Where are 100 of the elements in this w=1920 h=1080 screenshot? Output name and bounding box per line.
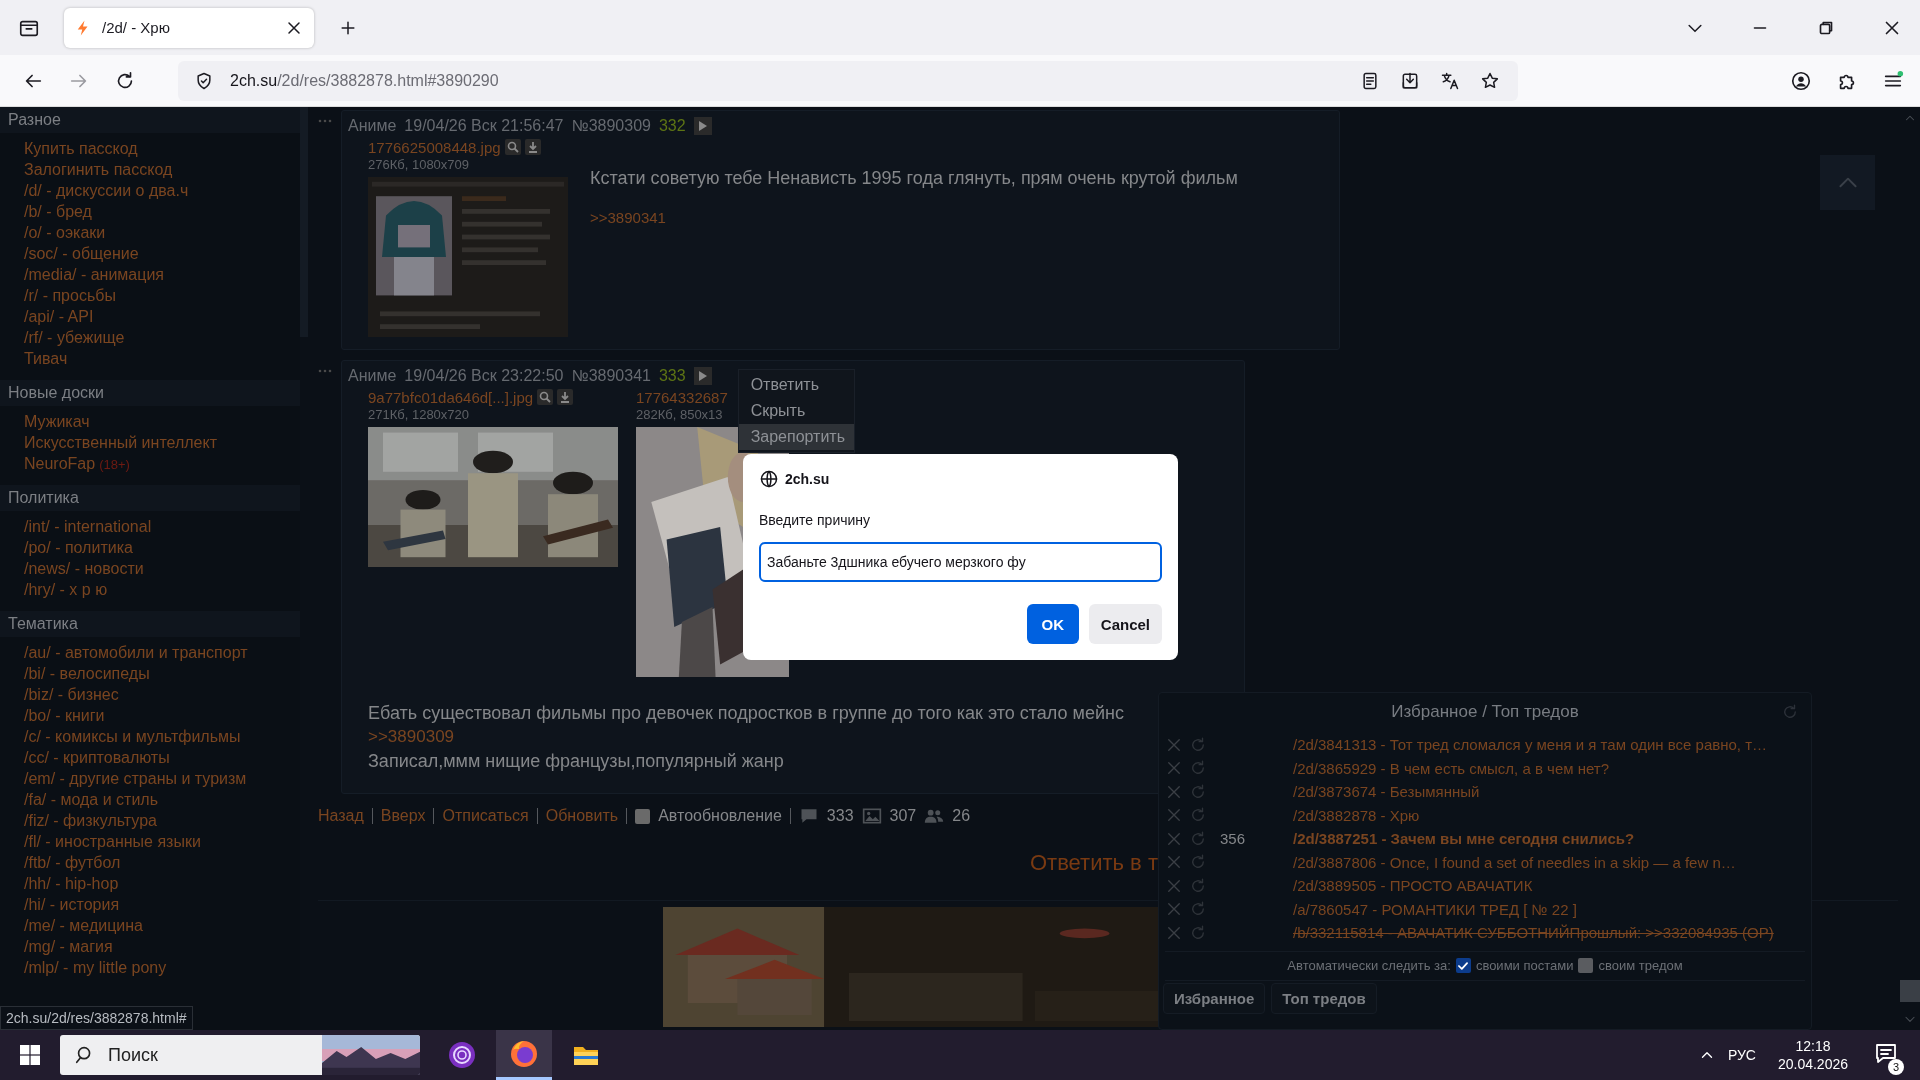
reply-link[interactable]: >>3890309 xyxy=(368,727,455,746)
menu-item[interactable]: Ответить xyxy=(738,372,854,398)
more-icon[interactable] xyxy=(318,118,332,124)
thread-link[interactable]: /2d/3889505 - ПРОСТО АВАЧАТИК xyxy=(1293,877,1533,895)
magnifier-icon[interactable] xyxy=(537,389,554,405)
cancel-button[interactable]: Cancel xyxy=(1088,604,1162,644)
board-link[interactable]: /fa/ - мода и стиль xyxy=(24,789,158,810)
setting-label: Автоматически следить за: xyxy=(1287,958,1451,973)
panel-tab[interactable]: Избранное xyxy=(1163,982,1266,1014)
board-link[interactable]: /int/ - international xyxy=(24,516,152,537)
board-link[interactable]: /hh/ - hip-hop xyxy=(24,873,119,894)
thread-link[interactable]: Вверх xyxy=(380,807,426,825)
thread-link[interactable]: /2d/3887251 - Зачем вы мне сегодня снились? xyxy=(1293,830,1635,848)
post-count: 333 xyxy=(826,807,854,825)
scrollbar-thumb[interactable] xyxy=(300,107,308,337)
reason-field[interactable]: Забаньте 3дшника ебучего мерзкого фу xyxy=(759,542,1162,582)
post-menu-button[interactable] xyxy=(693,367,712,385)
thread-link[interactable]: /2d/3887806 - Once, I found a set of needles in a skip — a few n… xyxy=(1293,853,1736,871)
file-link[interactable]: 1776625008448.jpg xyxy=(368,138,501,156)
thread-link[interactable]: /2d/3873674 - Безымянный xyxy=(1293,783,1480,801)
thread-link[interactable]: Отписаться xyxy=(442,807,529,825)
board-link[interactable]: Мужикач xyxy=(24,411,90,432)
board-link[interactable]: /soc/ - общение xyxy=(24,243,139,264)
post-text: Кстати советую тебе Ненависть 1995 года глянуть, прям очень крутой фильм xyxy=(590,167,1238,190)
language-indicator[interactable]: РУС xyxy=(1727,1047,1756,1063)
menu-item[interactable]: Зарепортить xyxy=(738,424,854,450)
windows-icon[interactable] xyxy=(20,1045,40,1065)
reply-thread-link[interactable]: Ответить в т xyxy=(1029,850,1158,875)
board-link[interactable]: /mlp/ - my little pony xyxy=(24,957,167,978)
board-link[interactable]: /bo/ - книги xyxy=(24,705,105,726)
more-icon[interactable] xyxy=(318,368,332,374)
board-link[interactable]: /o/ - оэкаки xyxy=(24,222,106,243)
panel-tab[interactable]: Топ тредов xyxy=(1271,982,1377,1014)
board-link[interactable]: /em/ - другие страны и туризм xyxy=(24,768,247,789)
browser-tab[interactable]: /2d/ - Хрю xyxy=(64,7,314,48)
image-icon xyxy=(861,806,882,826)
board-link[interactable]: Залогинить пасскод xyxy=(24,159,173,180)
board-link[interactable]: Тивач xyxy=(24,348,68,369)
scrollbar-thumb[interactable] xyxy=(1900,980,1920,1002)
board-link[interactable]: /d/ - дискуссии о два.ч xyxy=(24,180,189,201)
board-link[interactable]: /rf/ - убежище xyxy=(24,327,125,348)
board-link[interactable]: Искусственный интеллект xyxy=(24,432,217,453)
notifications-icon[interactable] xyxy=(1874,1041,1898,1065)
section-heading: Политика xyxy=(0,485,300,511)
board-link[interactable]: NeuroFap xyxy=(24,453,96,474)
post-number[interactable]: №3890309 xyxy=(571,117,651,135)
thread-link[interactable]: /a/7860547 - РОМАНТИКИ ТРЕД [ № 22 ] xyxy=(1293,900,1577,918)
post-date: 19/04/26 Вск 23:22:50 xyxy=(404,367,564,385)
board-link[interactable]: /cc/ - криптовалюты xyxy=(24,747,170,768)
download-icon[interactable] xyxy=(557,389,574,405)
download-icon[interactable] xyxy=(524,139,541,155)
thread-link[interactable]: /2d/3882878 - Хрю xyxy=(1293,806,1420,824)
post-number[interactable]: №3890341 xyxy=(571,367,651,385)
board-link[interactable]: /bi/ - велосипеды xyxy=(24,663,150,684)
board-link[interactable]: /ftb/ - футбол xyxy=(24,852,121,873)
board-link[interactable]: /biz/ - бизнес xyxy=(24,684,119,705)
ok-button[interactable]: OK xyxy=(1026,604,1079,644)
board-link[interactable]: /mg/ - магия xyxy=(24,936,113,957)
refresh-icon[interactable] xyxy=(1189,876,1207,895)
file-link[interactable]: 9a77bfc01da646d[...].jpg xyxy=(368,388,534,406)
board-link[interactable]: /news/ - новости xyxy=(24,558,144,579)
board-link[interactable]: Купить пасскод xyxy=(24,138,138,159)
thread-link[interactable]: Назад xyxy=(318,807,364,825)
refresh-icon[interactable] xyxy=(1189,782,1207,801)
board-link[interactable]: /me/ - медицина xyxy=(24,915,143,936)
magnifier-icon[interactable] xyxy=(504,139,521,155)
board-link[interactable]: /media/ - анимация xyxy=(24,264,165,285)
thread-link[interactable]: /2d/3841313 - Тот тред сломался у меня и я там один все равно, т… xyxy=(1293,736,1768,754)
file-link[interactable]: 17764332687 xyxy=(636,388,728,406)
refresh-icon[interactable] xyxy=(1189,735,1207,754)
taskbar-app[interactable] xyxy=(496,1030,552,1080)
post-menu-button[interactable] xyxy=(693,117,712,135)
board-link[interactable]: /b/ - бред xyxy=(24,201,92,222)
address-text[interactable]: 2ch.su/2d/res/3882878.html#3890290 xyxy=(230,71,499,90)
menu-item[interactable]: Скрыть xyxy=(738,398,854,424)
address-bar[interactable]: 2ch.su/2d/res/3882878.html#3890290 xyxy=(178,60,1518,101)
board-link[interactable]: /fiz/ - физкультура xyxy=(24,810,157,831)
refresh-icon[interactable] xyxy=(1189,923,1207,942)
refresh-icon[interactable] xyxy=(1189,829,1207,848)
reply-link[interactable]: >>3890341 xyxy=(590,209,666,226)
board-link[interactable]: /c/ - комиксы и мультфильмы xyxy=(24,726,241,747)
checkbox[interactable] xyxy=(1455,958,1471,973)
checkbox[interactable] xyxy=(1578,958,1594,973)
checkbox-label: своим тредом xyxy=(1598,958,1683,973)
board-link[interactable]: /fl/ - иностранные языки xyxy=(24,831,201,852)
thread-link[interactable]: /2d/3865929 - В чем есть смысл, а в чем нет? xyxy=(1293,759,1610,777)
orb-icon xyxy=(448,1041,476,1069)
board-link[interactable]: /api/ - API xyxy=(24,306,94,327)
checkbox[interactable] xyxy=(635,808,651,824)
post-index: 332 xyxy=(658,117,686,135)
search-field[interactable]: Поиск xyxy=(108,1040,322,1070)
board-link[interactable]: /hi/ - история xyxy=(24,894,120,915)
search-box[interactable]: Поиск xyxy=(60,1035,420,1075)
dialog-message: Введите причину xyxy=(759,512,872,528)
board-link[interactable]: /hry/ - х р ю xyxy=(24,579,108,600)
thread-link[interactable]: /b/332115814 - АВАЧАТИК СУББОТНИЙПрошлый: >>332084935 (OP) xyxy=(1293,924,1774,942)
board-link[interactable]: /po/ - политика xyxy=(24,537,133,558)
board-link[interactable]: /r/ - просьбы xyxy=(24,285,116,306)
board-link[interactable]: /au/ - автомобили и транспорт xyxy=(24,642,248,663)
thread-link[interactable]: Обновить xyxy=(545,807,619,825)
